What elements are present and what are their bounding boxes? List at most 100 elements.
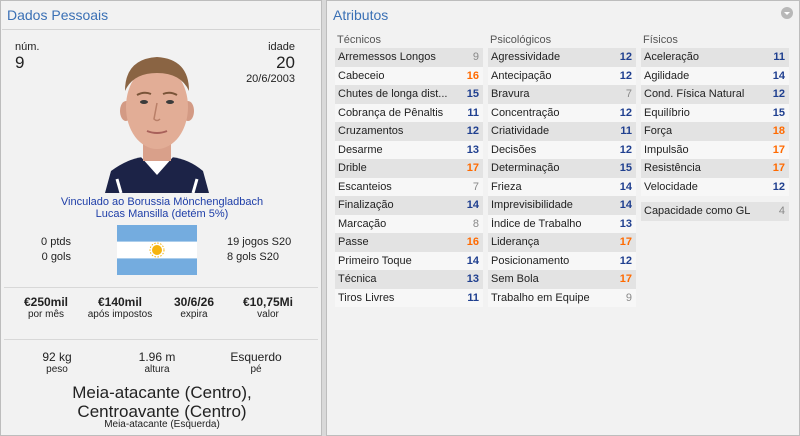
attributes-panel-title: Atributos [333,7,389,23]
attribute-row[interactable]: Sem Bola 17 [488,270,636,289]
attribute-name: Posicionamento [491,254,570,267]
attribute-row[interactable]: Posicionamento 12 [488,251,636,270]
wage-value: €250mil [23,295,69,309]
attribute-row[interactable]: Força 18 [641,122,789,141]
weight-label: peso [46,364,68,375]
wage-block: €250mil por mês [6,295,86,320]
attribute-row[interactable]: Velocidade 12 [641,177,789,196]
shirt-number-label: núm. [15,41,40,53]
physical-heading: Físicos [643,34,678,46]
attribute-name: Passe [338,236,369,249]
attribute-row[interactable]: Impulsão 17 [641,140,789,159]
attribute-name: Decisões [491,143,537,156]
attribute-value: 13 [466,273,479,286]
attribute-value: 11 [620,125,632,138]
attribute-value: 15 [772,106,785,119]
age-label: idade [268,41,295,53]
attribute-value: 11 [467,106,479,119]
attribute-value: 9 [472,51,479,64]
attribute-name: Antecipação [491,69,552,82]
attribute-row[interactable]: Arremessos Longos 9 [335,48,483,67]
attribute-value: 14 [772,69,785,82]
attribute-row[interactable]: Antecipação 12 [488,66,636,85]
attribute-value: 17 [772,143,785,156]
attribute-name: Desarme [338,143,383,156]
attribute-row[interactable]: Resistência 17 [641,159,789,178]
title-divider [2,29,320,30]
argentina-flag-icon [117,225,197,275]
attribute-row[interactable]: Drible 17 [335,159,483,178]
attribute-name: Força [644,125,673,138]
attribute-row[interactable]: Determinação 15 [488,159,636,178]
agent-link[interactable]: Lucas Mansilla (detém 5%) [1,208,323,220]
u20-games-stat: 19 jogos S20 [227,236,292,248]
attribute-value: 14 [466,254,479,267]
attribute-row[interactable]: Desarme 13 [335,140,483,159]
market-value-value: €10,75Mi [242,295,294,309]
mental-attributes-column: Psicológicos Agressividade 12 Antecipação 1… [488,34,636,307]
attribute-row[interactable]: Chutes de longa dist... 15 [335,85,483,104]
attribute-row[interactable]: Tiros Livres 11 [335,288,483,307]
attribute-row[interactable]: Agressividade 12 [488,48,636,67]
attribute-row[interactable]: Agilidade 14 [641,66,789,85]
attribute-row[interactable]: Índice de Trabalho 13 [488,214,636,233]
physical-attributes-column: Físicos Aceleração 11 Agilidade 14 Cond. Fís… [641,34,789,221]
attribute-row[interactable]: Cond. Física Natural 12 [641,85,789,104]
attribute-value: 18 [772,125,785,138]
net-wage-label: após impostos [87,309,153,320]
points-stat: 0 ptds [41,236,71,248]
attribute-value: 12 [619,51,632,64]
weight-value: 92 kg [42,350,72,364]
attribute-value: 12 [619,69,632,82]
dropdown-chevron-icon[interactable] [781,7,793,19]
shirt-number-value: 9 [15,53,25,72]
attribute-value: 15 [466,88,479,101]
attribute-name: Chutes de longa dist... [338,88,448,101]
attribute-row[interactable]: Cobrança de Pênaltis 11 [335,103,483,122]
preferred-foot-block: Esquerdo pé [216,350,296,375]
attribute-row[interactable]: Técnica 13 [335,270,483,289]
attribute-row[interactable]: Frieza 14 [488,177,636,196]
attribute-row[interactable]: Bravura 7 [488,85,636,104]
attribute-row[interactable]: Criatividade 11 [488,122,636,141]
attribute-name: Arremessos Longos [338,51,436,64]
attribute-name: Trabalho em Equipe [491,291,590,304]
attribute-name: Determinação [491,162,560,175]
positions: Meia-atacante (Centro), Centroavante (Ce… [1,383,323,421]
net-wage-block: €140mil após impostos [80,295,160,320]
preferred-foot-label: pé [250,364,262,375]
height-value: 1.96 m [138,350,176,364]
mental-heading: Psicológicos [490,34,552,46]
club-contract-link[interactable]: Vinculado ao Borussia Mönchengladbach [1,196,323,208]
attribute-value: 16 [466,236,479,249]
attribute-row[interactable]: Marcação 8 [335,214,483,233]
weight-block: 92 kg peso [17,350,97,375]
attribute-value: 7 [472,180,479,193]
attribute-row[interactable]: Liderança 17 [488,233,636,252]
attribute-row[interactable]: Primeiro Toque 14 [335,251,483,270]
attribute-name: Cond. Física Natural [644,88,745,101]
attribute-value: 13 [466,143,479,156]
contract-expiry-value: 30/6/26 [173,295,215,309]
attribute-value: 12 [619,254,632,267]
attribute-row[interactable]: Escanteios 7 [335,177,483,196]
attribute-row[interactable]: Finalização 14 [335,196,483,215]
attribute-value: 16 [466,69,479,82]
preferred-foot-value: Esquerdo [230,350,282,364]
net-wage-value: €140mil [97,295,143,309]
attribute-name: Agilidade [644,69,690,82]
attribute-row[interactable]: Decisões 12 [488,140,636,159]
attribute-name: Agressividade [491,51,561,64]
attribute-row[interactable]: Passe 16 [335,233,483,252]
attribute-row[interactable]: Equilíbrio 15 [641,103,789,122]
gk-ability-row[interactable]: Capacidade como GL 4 [641,202,789,221]
attribute-row[interactable]: Imprevisibilidade 14 [488,196,636,215]
market-value-label: valor [257,309,279,320]
attribute-row[interactable]: Trabalho em Equipe 9 [488,288,636,307]
attribute-row[interactable]: Concentração 12 [488,103,636,122]
attribute-row[interactable]: Cabeceio 16 [335,66,483,85]
player-photo [97,39,217,193]
market-value-block: €10,75Mi valor [228,295,308,320]
attribute-row[interactable]: Aceleração 11 [641,48,789,67]
attribute-row[interactable]: Cruzamentos 12 [335,122,483,141]
